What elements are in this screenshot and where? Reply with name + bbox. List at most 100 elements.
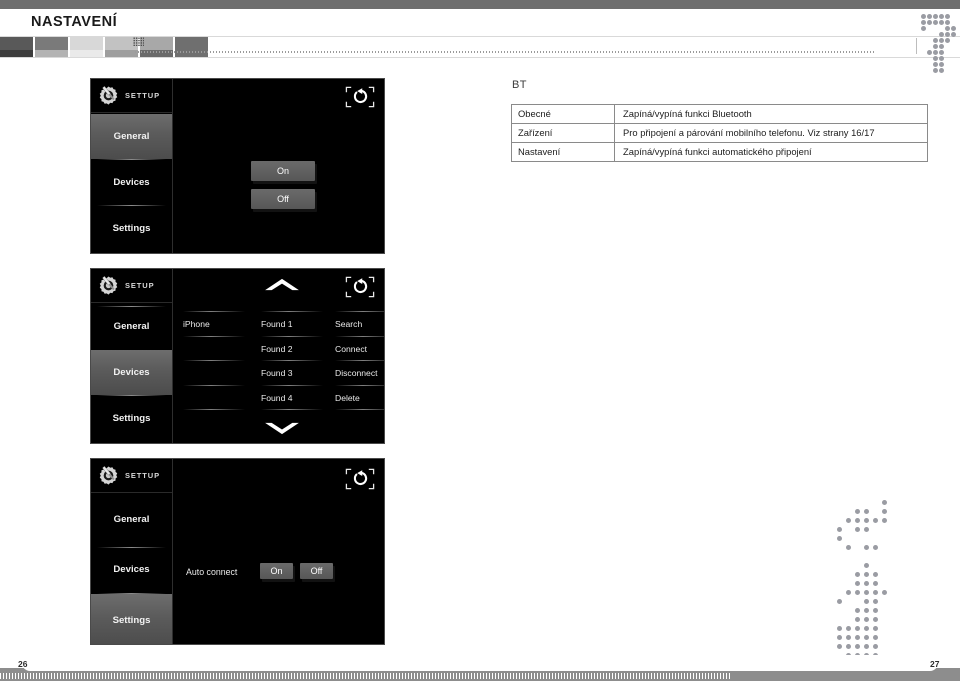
swatch-top [35,37,68,50]
sidebar-item-general[interactable]: General [91,497,172,542]
decorative-dot [873,572,878,577]
decorative-dot [846,635,851,640]
page-number-left: 26 [18,659,28,669]
return-arrow-icon[interactable] [344,85,376,109]
decorative-dot [864,626,869,631]
device-action-item[interactable]: Delete [335,393,384,403]
found-device-item[interactable]: Found 2 [261,344,323,354]
decorative-dot [927,50,932,55]
sidebar-item-settings[interactable]: Settings [91,594,172,644]
decorative-dot [939,62,944,67]
decorative-dot [873,644,878,649]
decorative-dot [945,26,950,31]
decorative-dot [933,56,938,61]
list-separator [261,311,323,312]
decorative-dot [873,590,878,595]
found-device-item[interactable]: Found 4 [261,393,323,403]
decorative-dot [921,14,926,19]
auto-connect-on-button[interactable]: On [260,563,293,579]
found-device-item[interactable]: Found 3 [261,368,323,378]
auto-connect-off-button[interactable]: Off [300,563,333,579]
decorative-dot [846,626,851,631]
decorative-dot [939,68,944,73]
decorative-dot [837,644,842,649]
sidebar-item-devices[interactable]: Devices [91,547,172,592]
chevron-down-icon[interactable] [263,421,301,441]
decorative-dot [855,590,860,595]
table-cell-key: Nastavení [511,142,615,162]
list-separator [335,384,384,386]
decorative-dot [882,500,887,505]
decorative-dot [882,509,887,514]
off-button[interactable]: Off [251,189,315,209]
swatch-bottom [35,50,68,57]
sidebar-item-devices[interactable]: Devices [91,160,172,205]
screen-header-devices: SETUP [91,269,172,303]
decorative-dot [855,644,860,649]
gear-screwdriver-icon [96,83,121,108]
list-separator [261,384,323,386]
decorative-dot [873,545,878,550]
sidebar-separator [97,306,166,307]
decorative-dot [837,599,842,604]
screen-header-general: SETTUP [91,79,172,113]
decorative-dot [939,38,944,43]
decorative-dot [873,617,878,622]
swatch-bottom [0,50,33,57]
swatch-top [0,37,33,50]
sidebar-item-general[interactable]: General [91,304,172,349]
return-arrow-icon[interactable] [344,467,376,491]
list-separator [335,360,384,361]
list-separator [335,409,384,410]
paired-device-item[interactable]: iPhone [183,319,245,329]
color-swatch-1 [35,37,68,57]
device-action-item[interactable]: Connect [335,344,384,354]
decorative-dot [882,590,887,595]
device-action-item[interactable]: Search [335,319,384,329]
decorative-dot [951,32,956,37]
decorative-dot [873,608,878,613]
decorative-dot [864,518,869,523]
device-action-item[interactable]: Disconnect [335,368,384,378]
on-button[interactable]: On [251,161,315,181]
decorative-dot [921,20,926,25]
decorative-dot [837,626,842,631]
decorative-dot [864,599,869,604]
top-gray-bar [0,0,960,9]
chevron-up-icon[interactable] [263,277,301,297]
sidebar-item-label: General [113,321,150,332]
decorative-dot [873,581,878,586]
button-label: On [276,166,289,176]
decorative-dot [933,38,938,43]
decorative-dot [846,518,851,523]
ruler-decoration [135,41,875,53]
sidebar-divider-general [172,79,173,253]
dot-pattern-top-right [915,14,960,84]
decorative-dot [864,527,869,532]
sidebar-item-settings[interactable]: Settings [91,396,172,441]
decorative-dot [933,14,938,19]
sidebar-item-general[interactable]: General [91,114,172,159]
list-separator [335,335,384,337]
decorative-dot [855,572,860,577]
sidebar-item-label: General [113,514,150,525]
decorative-dot [855,581,860,586]
decorative-dot [945,20,950,25]
sidebar-item-label: Devices [113,564,150,575]
sidebar-item-settings[interactable]: Settings [91,206,172,251]
decorative-dot [855,518,860,523]
head-unit-screen-settings: SETTUP General Devices Settings Auto con… [90,458,385,645]
decorative-dot [864,545,869,550]
sidebar-item-devices[interactable]: Devices [91,350,172,395]
found-device-item[interactable]: Found 1 [261,319,323,329]
decorative-dot [864,590,869,595]
decorative-dot [855,626,860,631]
list-separator [261,335,323,337]
head-unit-screen-general: SETTUP General Devices Settings On Off [90,78,385,254]
decorative-dot [837,536,842,541]
decorative-dot [864,509,869,514]
list-separator [261,409,323,410]
decorative-dot [837,527,842,532]
return-arrow-icon[interactable] [344,275,376,299]
footer-sheet [22,655,938,671]
